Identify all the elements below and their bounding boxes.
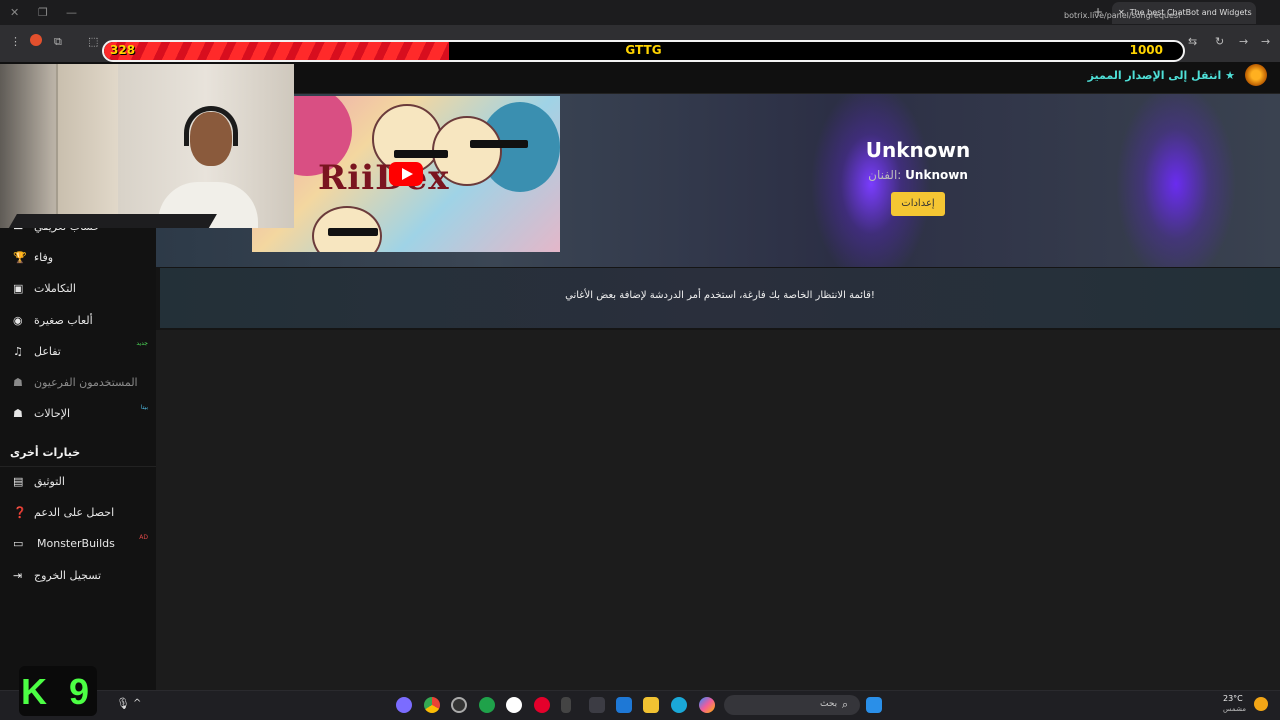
extension-icon[interactable] (30, 34, 42, 46)
forward-icon[interactable]: → (1239, 35, 1248, 48)
premium-link[interactable]: انتقل إلى الإصدار المميز ★ (1088, 69, 1235, 82)
start-icon[interactable] (866, 697, 882, 713)
chrome-icon[interactable] (424, 697, 440, 713)
extensions-icon[interactable]: ⬚ (88, 35, 98, 48)
sidebar-item-integrations[interactable]: ▣ التكاملات (0, 278, 156, 302)
ad-badge: AD (139, 534, 148, 541)
referrals-icon: ☗ (13, 407, 23, 420)
botrix-logo[interactable] (1245, 64, 1267, 86)
other-options-heading: خيارات أخرى (10, 446, 81, 459)
sun-icon[interactable] (1254, 697, 1268, 711)
sidebar-item-monsterbuilds[interactable]: ▭ MonsterBuilds AD (0, 533, 156, 557)
docs-icon: ▤ (13, 475, 24, 488)
app-icon[interactable] (589, 697, 605, 713)
minimize-window-icon[interactable]: — (66, 6, 77, 19)
goal-label: GTTG (625, 43, 662, 57)
weather-temperature: 23°C (1223, 694, 1243, 703)
stream-goal-bar: 328 GTTG 1000 (102, 40, 1185, 62)
new-badge: جديد (136, 340, 148, 347)
search-placeholder: بحث (820, 699, 838, 709)
webcam-headset (184, 106, 238, 146)
close-window-icon[interactable]: ✕ (10, 6, 19, 19)
question-icon: ❓ (13, 506, 27, 519)
sidebar-item-loyalty[interactable]: 🏆 وفاء (0, 247, 156, 271)
reload-icon[interactable]: ↻ (1215, 35, 1224, 48)
obs-icon[interactable] (451, 697, 467, 713)
webcam-overlay (0, 64, 294, 228)
song-artist: الفنان: Unknown (868, 168, 968, 182)
microphone-icon[interactable]: 🎙 (116, 697, 130, 710)
youtube-play-icon[interactable] (389, 162, 423, 186)
sidebar-item-mini-games[interactable]: ◉ ألعاب صغيرة (0, 310, 156, 334)
menu-icon[interactable]: ⋮ (10, 35, 21, 48)
app-icon[interactable] (534, 697, 550, 713)
back-icon[interactable]: → (1261, 35, 1270, 48)
sidebar-item-referrals[interactable]: ☗ الإحالات بيتا (0, 403, 156, 427)
weather-description: مشمس (1223, 705, 1246, 713)
edge-icon[interactable] (671, 697, 687, 713)
file-explorer-icon[interactable] (643, 697, 659, 713)
site-settings-icon[interactable]: ⇆ (1188, 35, 1197, 48)
users-icon: ☗ (13, 376, 23, 389)
webcam-keyboard (3, 214, 217, 228)
video-thumbnail[interactable]: RiiDex (252, 96, 560, 252)
sidebar-item-documentation[interactable]: ▤ التوثيق (0, 471, 156, 495)
song-title: Unknown (865, 138, 971, 162)
sidebar-item-sub-users[interactable]: ☗ المستخدمون الفرعيون (0, 372, 156, 396)
main-content-area (156, 330, 1280, 690)
search-icon: ⌕ (842, 698, 849, 711)
windows-taskbar (0, 690, 1280, 720)
thumbnail-title: RiiDex (318, 158, 450, 198)
beta-badge: بيتا (140, 404, 148, 411)
thumb-sunglasses (470, 140, 528, 148)
chevron-up-icon[interactable]: ^ (133, 698, 141, 709)
gamepad-icon: ◉ (13, 314, 23, 327)
sidebar-item-logout[interactable]: ⇥ تسجيل الخروج (0, 565, 156, 589)
maximize-window-icon[interactable]: ❐ (38, 6, 48, 19)
settings-button[interactable]: إعدادات (891, 192, 945, 216)
customize-icon[interactable]: ⧉ (54, 35, 62, 49)
queue-empty-message: قائمة الانتظار الخاصة بك فارغة، استخدم أ… (565, 290, 875, 301)
webcam-door (56, 64, 118, 214)
xbox-icon[interactable] (479, 697, 495, 713)
music-note-icon: ♫ (13, 345, 23, 358)
thumb-sunglasses (328, 228, 378, 236)
copilot-icon[interactable] (699, 697, 715, 713)
divider (0, 466, 156, 467)
integrations-icon: ▣ (13, 282, 24, 295)
discord-icon[interactable] (396, 697, 412, 713)
mail-icon[interactable] (616, 697, 632, 713)
logout-icon: ⇥ (13, 569, 23, 582)
sidebar-item-support[interactable]: ❓ احصل على الدعم (0, 502, 156, 526)
k9-logo: K 9 (19, 666, 97, 716)
trophy-icon: 🏆 (13, 251, 27, 264)
app-icon[interactable] (561, 697, 571, 713)
address-bar[interactable]: botrix.live/panel/songrequest (1064, 8, 1180, 28)
google-icon[interactable] (506, 697, 522, 713)
goal-target-value: 1000 (1129, 43, 1163, 57)
taskbar-search[interactable] (724, 695, 860, 715)
sidebar-item-interaction[interactable]: ♫ تفاعل جديد (0, 340, 156, 365)
laptop-icon: ▭ (13, 537, 24, 550)
thumb-sunglasses (394, 150, 448, 158)
song-queue: قائمة الانتظار الخاصة بك فارغة، استخدم أ… (160, 268, 1280, 328)
star-icon: ★ (1221, 69, 1235, 82)
